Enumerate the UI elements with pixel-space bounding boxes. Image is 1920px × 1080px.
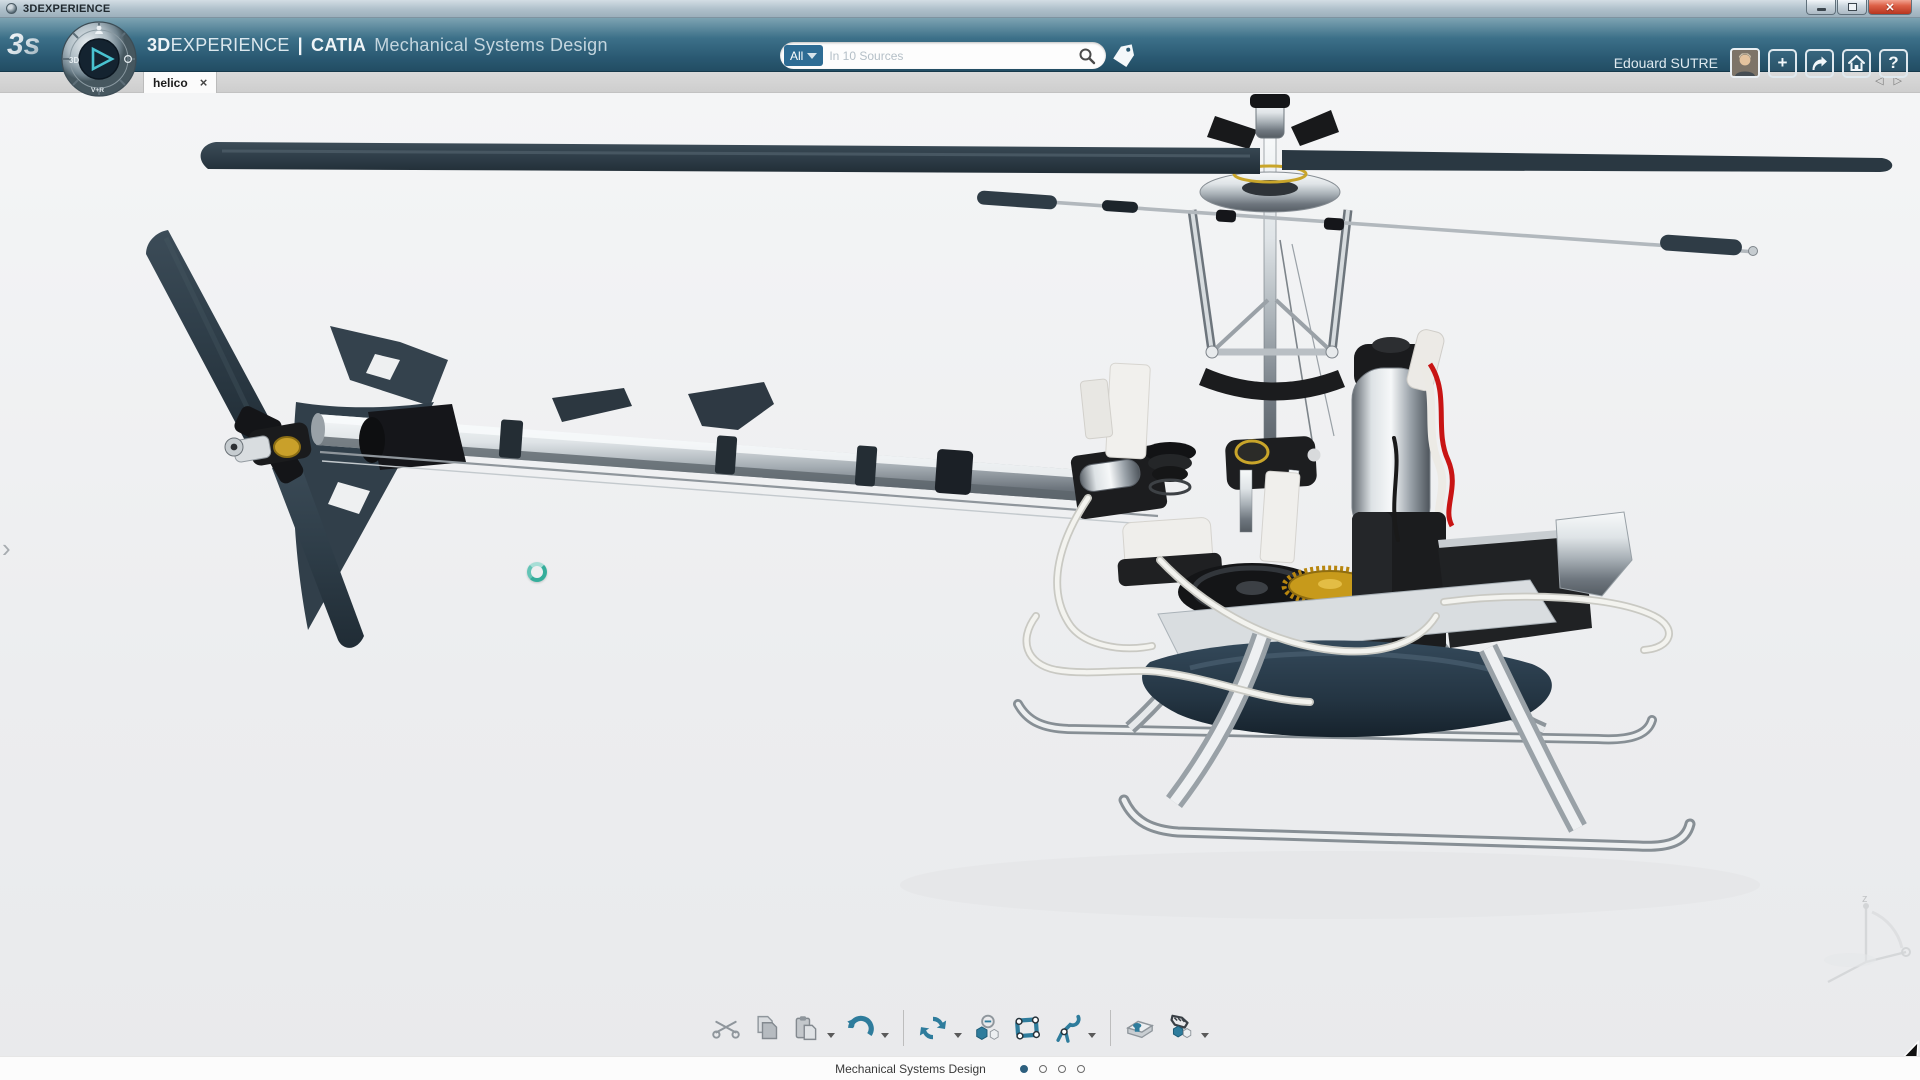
model-shadow <box>900 851 1760 919</box>
plus-icon: + <box>1778 53 1788 73</box>
tag-icon[interactable] <box>1112 43 1138 69</box>
help-button[interactable]: ? <box>1879 49 1908 78</box>
mechanism-icon <box>1012 1013 1042 1043</box>
search-scope-dropdown[interactable]: All <box>784 45 823 66</box>
manipulate-options-caret[interactable] <box>1201 1033 1209 1038</box>
brand-3d: 3D <box>147 35 171 56</box>
panel-expander-icon[interactable]: › <box>2 533 11 564</box>
3d-viewport[interactable]: z › <box>0 93 1920 1080</box>
app-header: 3s 3DEXPERIENCE|CATIAMechanical Systems … <box>0 18 1920 72</box>
manipulate-button[interactable] <box>1163 1011 1197 1045</box>
dassault-systemes-logo: 3s <box>6 20 50 66</box>
copy-button[interactable] <box>749 1011 783 1045</box>
toolbar-separator <box>1110 1010 1111 1046</box>
window-titlebar: 3DEXPERIENCE ✕ <box>0 0 1920 18</box>
current-app-label: Mechanical Systems Design <box>835 1062 986 1076</box>
paste-icon <box>792 1014 820 1042</box>
close-icon: ✕ <box>1885 1 1894 14</box>
page-dot[interactable] <box>1039 1065 1047 1073</box>
page-dot[interactable] <box>1020 1065 1028 1073</box>
manipulate-hand-icon <box>1165 1013 1195 1043</box>
axis-triad[interactable]: z <box>1824 893 1910 982</box>
tab-close-icon[interactable]: × <box>200 76 208 89</box>
page-dot[interactable] <box>1058 1065 1066 1073</box>
explore-components-icon <box>972 1013 1002 1043</box>
tail-boom[interactable] <box>311 382 1164 525</box>
search-bar[interactable]: All <box>780 42 1106 69</box>
wrench-mechanism-icon <box>1052 1013 1082 1043</box>
update-button[interactable] <box>916 1011 950 1045</box>
app-page-dots <box>1020 1065 1085 1073</box>
app-switcher-bar: Mechanical Systems Design <box>0 1056 1920 1080</box>
tab-helico[interactable]: helico × <box>143 72 217 93</box>
page-dot[interactable] <box>1077 1065 1085 1073</box>
busy-indicator <box>527 562 547 582</box>
kinematics-options-caret[interactable] <box>1088 1033 1096 1038</box>
minimize-icon <box>1817 8 1826 11</box>
close-button[interactable]: ✕ <box>1868 0 1912 15</box>
fuselage[interactable] <box>1070 328 1632 737</box>
update-icon <box>918 1013 948 1043</box>
brand-pipe: | <box>298 35 303 56</box>
main-rotor[interactable] <box>201 142 1893 256</box>
paste-options-caret[interactable] <box>827 1033 835 1038</box>
copy-icon <box>752 1014 780 1042</box>
toolbar-separator <box>903 1010 904 1046</box>
section-tools-button[interactable] <box>1123 1011 1157 1045</box>
avatar-photo <box>1732 50 1758 76</box>
kinematics-tools-button[interactable] <box>1050 1011 1084 1045</box>
search-icon[interactable] <box>1078 47 1096 65</box>
cut-icon <box>712 1014 740 1042</box>
tab-label: helico <box>153 76 188 90</box>
search-input[interactable] <box>823 49 1078 63</box>
brand-catia: CATIA <box>311 35 366 56</box>
update-options-caret[interactable] <box>954 1033 962 1038</box>
helicopter-model[interactable]: z <box>0 93 1920 1080</box>
section-icon <box>1125 1013 1155 1043</box>
home-icon <box>1848 55 1865 71</box>
mechanism-representation-button[interactable] <box>1010 1011 1044 1045</box>
window-title: 3DEXPERIENCE <box>23 3 110 15</box>
minimize-button[interactable] <box>1806 0 1836 15</box>
undo-options-caret[interactable] <box>881 1033 889 1038</box>
chevron-down-icon <box>807 53 817 59</box>
maximize-icon <box>1848 3 1857 11</box>
cut-button[interactable] <box>709 1011 743 1045</box>
explore-components-button[interactable] <box>970 1011 1004 1045</box>
tail-fin[interactable] <box>293 326 448 630</box>
share-arrow-icon <box>1811 56 1828 71</box>
add-content-button[interactable]: + <box>1768 49 1797 78</box>
undo-icon <box>845 1013 875 1043</box>
compass-south-label[interactable]: V+R <box>91 87 104 94</box>
paste-button[interactable] <box>789 1011 823 1045</box>
user-avatar[interactable] <box>1730 48 1760 78</box>
3d-compass[interactable]: 3D V+R <box>60 20 138 98</box>
action-toolbar <box>709 1010 1211 1046</box>
svg-text:3s: 3s <box>7 28 40 61</box>
home-button[interactable] <box>1842 49 1871 78</box>
maximize-button[interactable] <box>1837 0 1867 15</box>
brand-role: Mechanical Systems Design <box>374 35 608 56</box>
compass-west-label[interactable]: 3D <box>69 56 79 65</box>
share-button[interactable] <box>1805 49 1834 78</box>
brand-title: 3DEXPERIENCE | CATIA Mechanical Systems Des… <box>147 18 608 72</box>
question-icon: ? <box>1888 53 1898 73</box>
undo-button[interactable] <box>843 1011 877 1045</box>
user-name[interactable]: Edouard SUTRE <box>1614 55 1718 71</box>
brand-experience: EXPERIENCE <box>171 35 290 56</box>
window-app-icon <box>6 3 17 14</box>
search-scope-label: All <box>790 49 803 63</box>
